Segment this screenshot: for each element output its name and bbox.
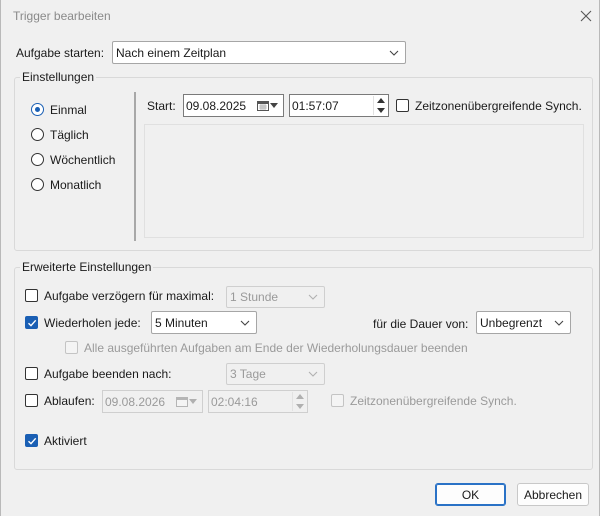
settings-group-title: Einstellungen: [20, 70, 97, 84]
expire-label: Ablaufen:: [44, 394, 95, 408]
chevron-down-icon: [554, 320, 564, 326]
repeat-checkbox[interactable]: [25, 316, 38, 329]
radio-daily[interactable]: [31, 128, 44, 141]
ok-button-label: OK: [461, 487, 480, 502]
chevron-down-icon: [308, 294, 318, 300]
task-start-select[interactable]: Nach einem Zeitplan: [112, 41, 406, 64]
expire-time-spinner[interactable]: [292, 392, 306, 411]
close-button[interactable]: [573, 4, 599, 28]
expire-date-picker[interactable]: 09.08.2026: [102, 390, 203, 413]
radio-once[interactable]: [31, 103, 44, 116]
start-time-spinner[interactable]: [373, 96, 387, 115]
radio-weekly[interactable]: [31, 153, 44, 166]
start-sync-label: Zeitzonenübergreifende Synch.: [415, 99, 582, 113]
duration-value: Unbegrenzt: [480, 315, 543, 330]
delay-value: 1 Stunde: [230, 290, 279, 304]
cancel-button[interactable]: Abbrechen: [517, 483, 589, 506]
checkmark-icon: [28, 319, 37, 327]
close-icon: [580, 10, 592, 22]
start-sync-checkbox[interactable]: [396, 99, 409, 112]
expire-time-field[interactable]: 02:04:16: [208, 390, 308, 413]
task-start-value: Nach einem Zeitplan: [116, 45, 227, 60]
chevron-down-icon: [308, 371, 318, 377]
start-date-value: 09.08.2025: [186, 98, 247, 113]
chevron-down-icon: [240, 320, 250, 326]
ok-button[interactable]: OK: [435, 483, 506, 506]
delay-label: Aufgabe verzögern für maximal:: [44, 289, 215, 303]
stop-after-checkbox[interactable]: [25, 367, 38, 380]
start-date-picker[interactable]: 09.08.2025: [183, 94, 284, 117]
duration-label: für die Dauer von:: [373, 317, 469, 331]
cancel-button-label: Abbrechen: [523, 487, 583, 502]
expire-sync-checkbox[interactable]: [331, 394, 344, 407]
spin-up-icon: [377, 98, 385, 103]
expire-time-value: 02:04:16: [211, 394, 258, 409]
spin-down-icon: [296, 404, 304, 409]
delay-select[interactable]: 1 Stunde: [226, 286, 325, 308]
expire-checkbox[interactable]: [25, 394, 38, 407]
title-bar: Trigger bearbeiten: [1, 0, 600, 32]
stop-all-label: Alle ausgeführten Aufgaben am Ende der W…: [84, 341, 468, 355]
task-start-label: Aufgabe starten:: [16, 46, 105, 60]
advanced-group-title: Erweiterte Einstellungen: [20, 260, 154, 274]
radio-monthly[interactable]: [31, 178, 44, 191]
window-title: Trigger bearbeiten: [13, 9, 111, 23]
repeat-interval-value: 5 Minuten: [155, 315, 208, 330]
start-label: Start:: [147, 99, 176, 113]
stop-after-value: 3 Tage: [230, 367, 266, 381]
expire-sync-label: Zeitzonenübergreifende Synch.: [350, 394, 517, 408]
radio-weekly-label: Wöchentlich: [50, 153, 116, 167]
stop-after-label: Aufgabe beenden nach:: [44, 367, 172, 381]
start-time-value: 01:57:07: [292, 98, 339, 113]
spin-up-icon: [296, 394, 304, 399]
radio-once-label: Einmal: [50, 103, 87, 117]
start-time-field[interactable]: 01:57:07: [289, 94, 389, 117]
delay-checkbox[interactable]: [25, 289, 38, 302]
chevron-down-icon: [389, 50, 399, 56]
repeat-interval-select[interactable]: 5 Minuten: [151, 311, 257, 334]
repeat-label: Wiederholen jede:: [44, 316, 141, 330]
radio-daily-label: Täglich: [50, 128, 89, 142]
radio-monthly-label: Monatlich: [50, 178, 102, 192]
chevron-down-icon: [270, 103, 278, 108]
enabled-checkbox[interactable]: [25, 434, 38, 447]
enabled-label: Aktiviert: [44, 434, 87, 448]
settings-divider: [134, 92, 136, 241]
spin-down-icon: [377, 108, 385, 113]
duration-select[interactable]: Unbegrenzt: [476, 311, 571, 334]
trigger-dialog: Trigger bearbeiten Aufgabe starten: Nach…: [0, 0, 600, 516]
recurrence-details-panel: [144, 124, 584, 238]
stop-all-checkbox[interactable]: [65, 341, 78, 354]
stop-after-select[interactable]: 3 Tage: [226, 363, 325, 385]
calendar-icon: [176, 397, 188, 407]
chevron-down-icon: [189, 399, 197, 404]
checkmark-icon: [28, 437, 37, 445]
calendar-icon: [257, 101, 269, 111]
expire-date-value: 09.08.2026: [105, 394, 166, 409]
